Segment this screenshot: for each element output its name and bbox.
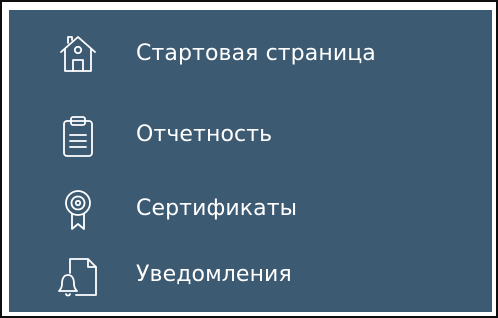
clipboard-icon: [56, 113, 100, 159]
sidebar-item-label: Стартовая страница: [136, 41, 376, 66]
window-frame: Стартовая страница Отчетность Сертификат…: [0, 0, 498, 318]
bell-document-icon: [56, 253, 100, 299]
sidebar-item-label: Отчетность: [136, 122, 273, 147]
sidebar-item-start-page[interactable]: Стартовая страница: [9, 24, 492, 84]
sidebar-item-certificates[interactable]: Сертификаты: [9, 181, 492, 241]
sidebar-menu: Стартовая страница Отчетность Сертификат…: [9, 10, 492, 312]
sidebar-item-reports[interactable]: Отчетность: [9, 106, 492, 166]
certificate-badge-icon: [56, 188, 100, 234]
sidebar-item-notifications[interactable]: Уведомления: [9, 246, 492, 306]
home-icon: [56, 31, 100, 77]
sidebar-item-label: Уведомления: [136, 262, 292, 287]
sidebar-item-label: Сертификаты: [136, 196, 298, 221]
